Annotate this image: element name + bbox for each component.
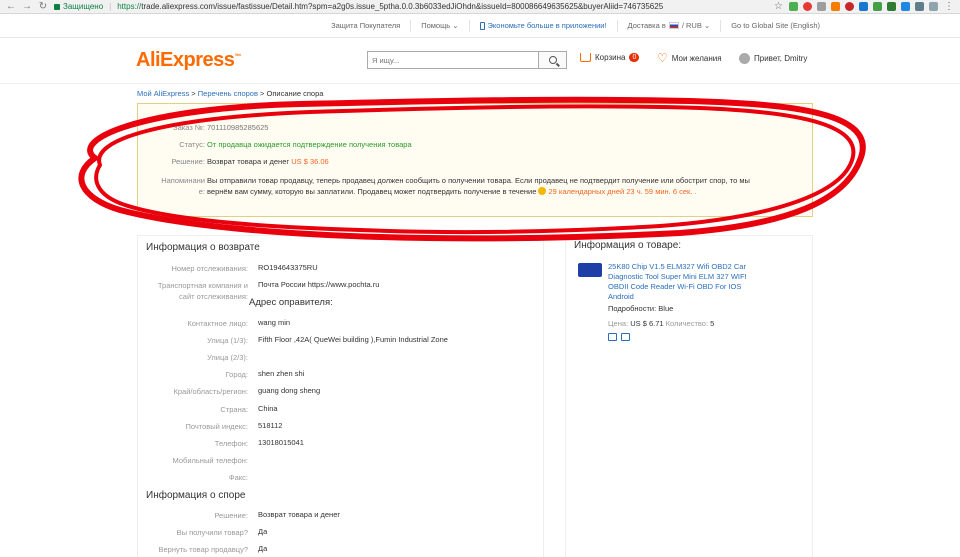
dispute-info-title: Информация о споре [146, 490, 246, 501]
secure-indicator[interactable]: Защищено [54, 2, 103, 11]
cart-count-badge: 0 [629, 53, 640, 62]
avatar [739, 53, 750, 64]
extension-icon[interactable] [901, 2, 910, 11]
search-box [367, 51, 567, 69]
delivery-selector[interactable]: Доставка в / RUB ⌄ [616, 19, 721, 32]
lock-icon [54, 3, 60, 10]
extension-icon[interactable] [915, 2, 924, 11]
extension-icon[interactable] [845, 2, 854, 11]
timer-icon [538, 187, 547, 195]
extension-icon[interactable] [831, 2, 840, 11]
bookmark-star-icon[interactable]: ☆ [774, 1, 783, 12]
breadcrumb: Мой AliExpress > Перечень споров > Описа… [137, 89, 324, 98]
adblock-icon[interactable] [803, 2, 812, 11]
app-promo-link[interactable]: Экономьте больше в приложении! [468, 19, 617, 32]
dispute-summary-box: Заказ №: 701110985285625 Статус: От прод… [137, 103, 813, 217]
account-menu[interactable]: Привет, Dmitry [739, 53, 807, 64]
status-value: От продавца ожидается подтверждение полу… [207, 140, 412, 149]
product-info-title: Информация о товаре: [574, 240, 682, 251]
search-button[interactable] [538, 52, 566, 68]
return-info-title: Информация о возврате [146, 242, 260, 253]
extension-icon[interactable] [789, 2, 798, 11]
search-icon [548, 56, 557, 64]
back-icon[interactable]: ← [6, 0, 16, 14]
extension-icon[interactable] [887, 2, 896, 11]
order-number: 701110985285625 [207, 123, 269, 132]
sender-address-title: Адрес оправителя: [249, 297, 333, 308]
wishlist-link[interactable]: ♡ Мои желания [657, 51, 722, 65]
extensions-bar [789, 2, 938, 11]
breadcrumb-current: Описание спора [266, 89, 324, 98]
product-action-icons [608, 333, 630, 341]
site-header: AliExpress™ Корзина 0 ♡ Мои желания Прив… [0, 38, 960, 84]
phone-icon [479, 21, 485, 30]
countdown-timer: 29 календарных дней 23 ч. 59 мин. 6 сек.… [548, 187, 697, 196]
global-site-link[interactable]: Go to Global Site (English) [720, 19, 830, 32]
carrier-value: Почта России https://www.pochta.ru [258, 280, 380, 289]
product-info-panel: Информация о товаре: 25K80 Chip V1.5 ELM… [565, 235, 813, 557]
product-details-row: Подробности: Blue [608, 304, 674, 313]
breadcrumb-dispute-list[interactable]: Перечень споров [198, 89, 258, 98]
aliexpress-logo[interactable]: AliExpress™ [136, 49, 241, 72]
extension-icon[interactable] [859, 2, 868, 11]
shipping-icon[interactable] [608, 333, 617, 341]
browser-toolbar: ← → ↻ Защищено | https://trade.aliexpres… [0, 0, 960, 14]
heart-icon: ♡ [657, 51, 668, 65]
reload-icon[interactable]: ↻ [38, 0, 48, 14]
help-menu[interactable]: Помощь ⌄ [410, 19, 468, 32]
product-thumbnail[interactable] [578, 263, 602, 277]
decision-amount: US $ 36.06 [291, 157, 329, 166]
snapshot-icon[interactable] [621, 333, 630, 341]
extension-icon[interactable] [929, 2, 938, 11]
extension-icon[interactable] [873, 2, 882, 11]
product-name-link[interactable]: 25K80 Chip V1.5 ELM327 Wifi OBD2 Car Dia… [608, 262, 758, 302]
reminder-text: Вы отправили товар продавцу, теперь прод… [207, 176, 750, 196]
extension-icon[interactable] [817, 2, 826, 11]
cart-icon [580, 53, 591, 62]
address-bar[interactable]: https://trade.aliexpress.com/issue/fasti… [117, 2, 768, 11]
buyer-protection-link[interactable]: Защита Покупателя [321, 20, 410, 32]
breadcrumb-my-aliexpress[interactable]: Мой AliExpress [137, 89, 189, 98]
browser-menu-icon[interactable]: ⋮ [944, 1, 954, 12]
search-input[interactable] [368, 52, 538, 68]
product-price-row: Цена: US $ 6.71 Количество: 5 [608, 319, 715, 328]
forward-icon[interactable]: → [22, 0, 32, 14]
cart-link[interactable]: Корзина 0 [580, 53, 640, 62]
return-info-panel: Информация о возврате Номер отслеживания… [137, 235, 544, 557]
site-top-nav: Защита Покупателя Помощь ⌄ Экономьте бол… [0, 14, 960, 38]
tracking-number: RO194643375RU [258, 263, 318, 272]
russia-flag-icon [668, 22, 679, 29]
